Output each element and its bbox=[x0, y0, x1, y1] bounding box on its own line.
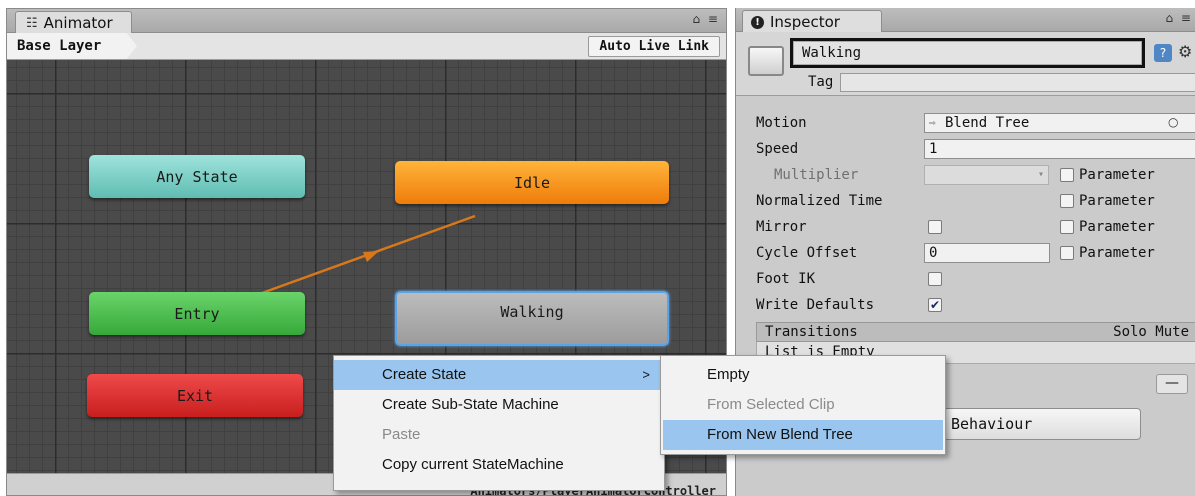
remove-transition-button[interactable]: — bbox=[1156, 374, 1188, 394]
inspector-header: ? ⚙ Tag bbox=[736, 32, 1195, 96]
state-entry[interactable]: Entry bbox=[89, 292, 305, 335]
info-icon: ! bbox=[751, 15, 764, 29]
state-icon bbox=[748, 46, 784, 76]
cycle-offset-label: Cycle Offset bbox=[756, 245, 858, 261]
animator-tabstrip: ☷ Animator ⌂ ≡ bbox=[7, 9, 726, 34]
state-exit[interactable]: Exit bbox=[87, 374, 303, 417]
multiplier-parameter-label: Parameter bbox=[1079, 167, 1155, 183]
state-name-input[interactable] bbox=[793, 41, 1142, 65]
inspector-tab[interactable]: ! Inspector bbox=[742, 10, 882, 33]
mirror-label: Mirror bbox=[756, 219, 807, 235]
write-defaults-checkbox[interactable]: ✔ bbox=[928, 298, 942, 312]
motion-value: Blend Tree bbox=[945, 115, 1030, 131]
blend-tree-icon: ⇨ bbox=[929, 116, 936, 129]
animator-icon: ☷ bbox=[26, 15, 38, 31]
tag-label: Tag bbox=[808, 74, 834, 90]
chevron-down-icon: ▾ bbox=[1037, 169, 1044, 180]
state-walking[interactable]: Walking bbox=[395, 291, 669, 346]
state-idle[interactable]: Idle bbox=[395, 161, 669, 204]
menu-item-create-state[interactable]: Create State > bbox=[334, 360, 664, 390]
tag-field[interactable] bbox=[840, 73, 1195, 92]
submenu-item-from-selected-clip: From Selected Clip bbox=[661, 390, 945, 420]
speed-label: Speed bbox=[756, 141, 799, 157]
inspector-tabstrip: ! Inspector ⌂ ≡ bbox=[736, 8, 1195, 33]
submenu-item-label: From Selected Clip bbox=[707, 396, 835, 413]
state-name-field-highlight bbox=[790, 38, 1145, 68]
inspector-window-controls[interactable]: ⌂ ≡ bbox=[1166, 11, 1194, 25]
gear-icon[interactable]: ⚙ bbox=[1178, 42, 1192, 61]
inspector-tab-title: Inspector bbox=[770, 12, 840, 31]
foot-ik-label: Foot IK bbox=[756, 271, 816, 287]
auto-live-link-button[interactable]: Auto Live Link bbox=[588, 36, 720, 57]
speed-field[interactable]: 1 bbox=[924, 139, 1195, 159]
write-defaults-label: Write Defaults bbox=[756, 297, 875, 313]
normalized-time-label: Normalized Time bbox=[756, 193, 883, 209]
animator-window-controls[interactable]: ⌂ ≡ bbox=[693, 12, 721, 26]
transitions-header: Transitions Solo Mute bbox=[756, 322, 1195, 342]
motion-field[interactable]: ⇨ Blend Tree bbox=[924, 113, 1195, 133]
mirror-checkbox[interactable] bbox=[928, 220, 942, 234]
cycle-offset-field[interactable]: 0 bbox=[924, 243, 1050, 263]
menu-item-label: Copy current StateMachine bbox=[382, 456, 564, 473]
normalized-time-parameter-label: Parameter bbox=[1079, 193, 1155, 209]
submenu-item-label: From New Blend Tree bbox=[707, 426, 853, 443]
multiplier-label: Multiplier bbox=[774, 167, 859, 183]
cycle-offset-parameter-label: Parameter bbox=[1079, 245, 1155, 261]
animator-toolbar: Base Layer Auto Live Link bbox=[7, 33, 726, 60]
context-menu: Create State > Create Sub-State Machine … bbox=[333, 355, 665, 491]
create-state-submenu: Empty From Selected Clip From New Blend … bbox=[660, 355, 946, 455]
breadcrumb-base-layer[interactable]: Base Layer bbox=[7, 33, 137, 59]
mirror-parameter-checkbox[interactable] bbox=[1060, 220, 1074, 234]
solo-mute-label: Solo Mute bbox=[1113, 324, 1189, 340]
state-any-state[interactable]: Any State bbox=[89, 155, 305, 198]
submenu-item-empty[interactable]: Empty bbox=[661, 360, 945, 390]
menu-item-create-sub-state-machine[interactable]: Create Sub-State Machine bbox=[334, 390, 664, 420]
menu-item-copy-state-machine[interactable]: Copy current StateMachine bbox=[334, 450, 664, 480]
submenu-item-from-new-blend-tree[interactable]: From New Blend Tree bbox=[663, 420, 943, 450]
mirror-parameter-label: Parameter bbox=[1079, 219, 1155, 235]
normalized-time-parameter-checkbox[interactable] bbox=[1060, 194, 1074, 208]
transitions-label: Transitions bbox=[765, 324, 858, 340]
animator-tab-title: Animator bbox=[43, 13, 113, 32]
submenu-arrow-icon: > bbox=[642, 367, 650, 382]
menu-item-label: Create State bbox=[382, 366, 467, 383]
foot-ik-checkbox[interactable] bbox=[928, 272, 942, 286]
multiplier-parameter-checkbox[interactable] bbox=[1060, 168, 1074, 182]
help-icon[interactable]: ? bbox=[1154, 44, 1172, 62]
cycle-offset-parameter-checkbox[interactable] bbox=[1060, 246, 1074, 260]
object-picker-icon[interactable]: ○ bbox=[1168, 115, 1178, 129]
motion-label: Motion bbox=[756, 115, 807, 131]
submenu-item-label: Empty bbox=[707, 366, 750, 383]
menu-item-label: Paste bbox=[382, 426, 421, 443]
animator-tab[interactable]: ☷ Animator bbox=[15, 11, 132, 34]
multiplier-dropdown: ▾ bbox=[924, 165, 1049, 185]
menu-item-paste: Paste bbox=[334, 420, 664, 450]
menu-item-label: Create Sub-State Machine bbox=[382, 396, 559, 413]
